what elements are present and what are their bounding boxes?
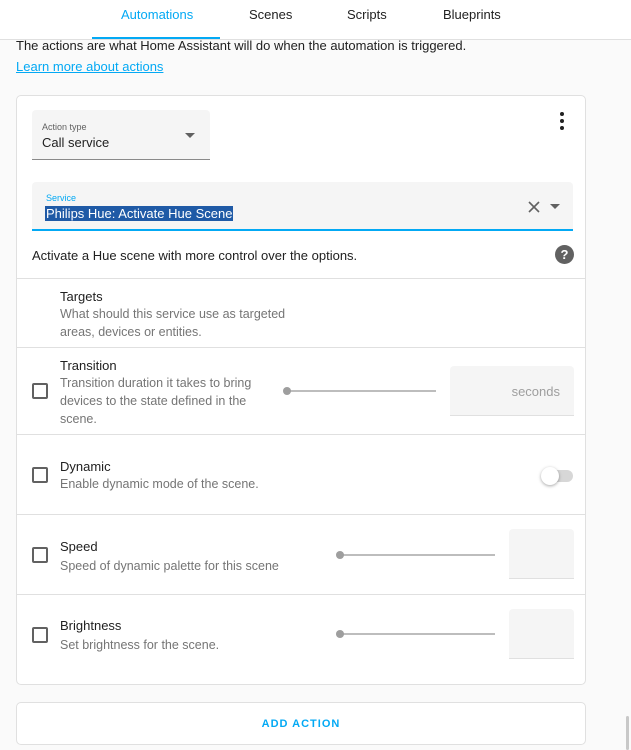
- actions-intro-text: The actions are what Home Assistant will…: [16, 38, 467, 53]
- tab-automations[interactable]: Automations: [121, 7, 193, 22]
- transition-checkbox[interactable]: [32, 383, 48, 399]
- service-input[interactable]: Philips Hue: Activate Hue Scene: [45, 206, 234, 221]
- tab-bar: Automations Scenes Scripts Blueprints: [0, 0, 631, 40]
- field-row-dynamic: Dynamic Enable dynamic mode of the scene…: [17, 434, 585, 515]
- brightness-input[interactable]: [509, 609, 574, 659]
- add-action-button[interactable]: ADD ACTION: [17, 703, 585, 744]
- field-row-targets: Targets What should this service use as …: [17, 278, 585, 348]
- field-row-brightness: Brightness Set brightness for the scene.: [17, 594, 585, 685]
- tab-blueprints[interactable]: Blueprints: [443, 7, 501, 22]
- service-picker[interactable]: Service Philips Hue: Activate Hue Scene: [32, 182, 573, 231]
- tab-scenes[interactable]: Scenes: [249, 7, 292, 22]
- action-type-label: Action type: [42, 122, 87, 132]
- dropdown-arrow-icon: [185, 133, 195, 138]
- action-type-select[interactable]: Action type Call service: [32, 110, 210, 160]
- speed-slider[interactable]: [336, 548, 495, 562]
- slider-thumb[interactable]: [336, 551, 344, 559]
- action-card: Action type Call service Service Philips…: [16, 95, 586, 685]
- brightness-title: Brightness: [60, 618, 122, 633]
- speed-input[interactable]: [509, 529, 574, 579]
- action-type-value: Call service: [42, 135, 110, 150]
- slider-thumb[interactable]: [336, 630, 344, 638]
- targets-description: What should this service use as targeted…: [60, 307, 286, 339]
- transition-unit: seconds: [511, 384, 560, 399]
- dynamic-description: Enable dynamic mode of the scene.: [60, 477, 259, 491]
- targets-title: Targets: [60, 289, 103, 304]
- help-icon[interactable]: ?: [555, 245, 574, 264]
- more-vert-icon[interactable]: [552, 110, 572, 132]
- scrollbar[interactable]: [626, 716, 629, 750]
- add-action-card: ADD ACTION: [16, 702, 586, 745]
- speed-checkbox[interactable]: [32, 547, 48, 563]
- transition-description: Transition duration it takes to bring de…: [60, 376, 252, 426]
- dropdown-arrow-icon[interactable]: [550, 204, 560, 209]
- service-label: Service: [46, 193, 77, 203]
- field-row-transition: Transition Transition duration it takes …: [17, 347, 585, 435]
- learn-more-link[interactable]: Learn more about actions: [16, 59, 163, 74]
- brightness-slider[interactable]: [336, 627, 495, 641]
- transition-title: Transition: [60, 358, 117, 373]
- dynamic-title: Dynamic: [60, 459, 111, 474]
- brightness-description: Set brightness for the scene.: [60, 638, 220, 652]
- brightness-checkbox[interactable]: [32, 627, 48, 643]
- transition-input[interactable]: seconds: [450, 366, 574, 416]
- transition-slider[interactable]: [283, 384, 436, 398]
- close-icon[interactable]: [528, 201, 540, 213]
- tab-scripts[interactable]: Scripts: [347, 7, 387, 22]
- field-row-speed: Speed Speed of dynamic palette for this …: [17, 514, 585, 595]
- speed-description: Speed of dynamic palette for this scene: [60, 559, 279, 573]
- dynamic-toggle[interactable]: [541, 467, 575, 485]
- speed-title: Speed: [60, 539, 98, 554]
- slider-thumb[interactable]: [283, 387, 291, 395]
- dynamic-checkbox[interactable]: [32, 467, 48, 483]
- service-description: Activate a Hue scene with more control o…: [32, 248, 358, 263]
